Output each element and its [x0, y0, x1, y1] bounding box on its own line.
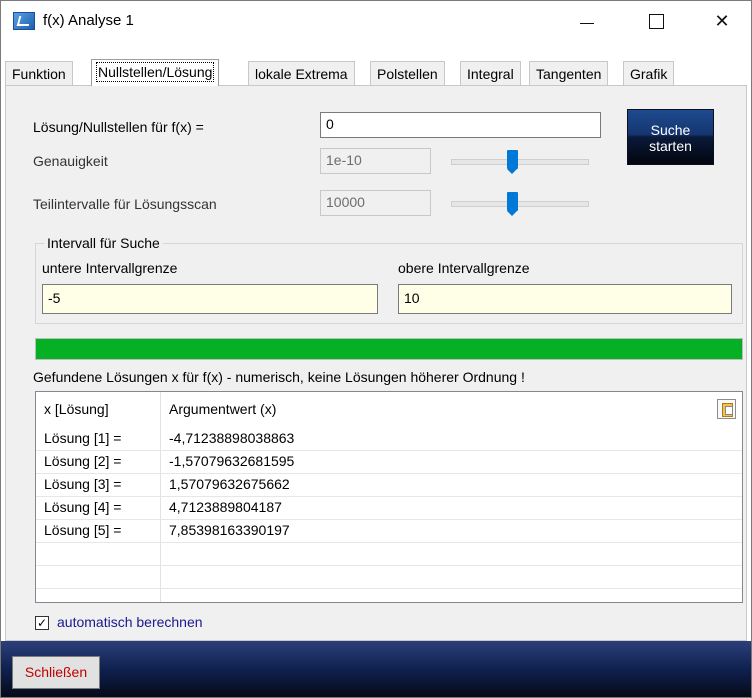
close-window-button[interactable]: ✕	[699, 1, 745, 41]
nullstellen-panel: Lösung/Nullstellen für f(x) = 0 Genauigk…	[5, 85, 747, 641]
table-row-empty[interactable]	[36, 566, 742, 589]
tab-grafik[interactable]: Grafik	[623, 61, 675, 85]
table-row-empty[interactable]	[36, 543, 742, 566]
progress-bar	[35, 338, 743, 360]
subintervals-field: 10000	[320, 190, 431, 216]
subintervals-slider-thumb[interactable]	[507, 192, 519, 216]
tab-tangenten[interactable]: Tangenten	[529, 61, 609, 85]
tab-funktion[interactable]: Funktion	[5, 61, 73, 85]
table-row[interactable]: Lösung [2] = -1,57079632681595	[36, 451, 742, 474]
precision-slider-thumb[interactable]	[507, 150, 519, 174]
search-start-button[interactable]: Suche starten	[627, 109, 714, 165]
results-caption: Gefundene Lösungen x für f(x) - numerisc…	[33, 369, 525, 385]
window: f(x) Analyse 1 ✕ Funktion Nullstellen/Lö…	[0, 0, 752, 698]
maximize-icon	[648, 13, 664, 29]
minimize-icon	[580, 22, 594, 24]
tab-nullstellen[interactable]: Nullstellen/Lösung	[91, 59, 220, 86]
precision-slider-track[interactable]	[451, 159, 589, 165]
results-header: x [Lösung] Argumentwert (x)	[36, 392, 742, 428]
table-row[interactable]: Lösung [3] = 1,57079632675662	[36, 474, 742, 497]
results-grid[interactable]: x [Lösung] Argumentwert (x) Lösung [1] =…	[35, 391, 743, 603]
solution-input[interactable]: 0	[320, 112, 601, 138]
upper-bound-input[interactable]: 10	[398, 284, 732, 314]
maximize-button[interactable]	[633, 1, 679, 41]
app-icon	[13, 12, 35, 30]
solution-label: Lösung/Nullstellen für f(x) =	[33, 119, 204, 135]
precision-label: Genauigkeit	[33, 153, 108, 169]
footer-bar: Schließen	[1, 641, 751, 697]
tab-integral[interactable]: Integral	[460, 61, 521, 85]
interval-group: Intervall für Suche untere Intervallgren…	[35, 235, 743, 324]
column-header-x: x [Lösung]	[44, 401, 109, 417]
table-row[interactable]: Lösung [5] = 7,85398163390197	[36, 520, 742, 543]
minimize-button[interactable]	[564, 1, 610, 41]
progress-fill	[36, 339, 742, 359]
lower-bound-label: untere Intervallgrenze	[42, 260, 178, 276]
check-icon: ✓	[36, 616, 48, 630]
lower-bound-input[interactable]: -5	[42, 284, 378, 314]
tab-strip: Funktion Nullstellen/Lösung lokale Extre…	[5, 59, 747, 86]
precision-field: 1e-10	[320, 148, 431, 174]
column-header-value: Argumentwert (x)	[169, 401, 277, 417]
subintervals-slider-track[interactable]	[451, 201, 589, 207]
interval-legend: Intervall für Suche	[44, 235, 163, 251]
tab-polstellen[interactable]: Polstellen	[370, 61, 445, 85]
auto-calc-checkbox[interactable]: ✓	[35, 616, 49, 630]
clipboard-icon[interactable]	[717, 399, 736, 419]
close-icon: ✕	[714, 10, 730, 31]
auto-calc-label[interactable]: automatisch berechnen	[57, 614, 203, 630]
close-button[interactable]: Schließen	[12, 656, 100, 689]
title-bar[interactable]: f(x) Analyse 1 ✕	[1, 1, 751, 41]
upper-bound-label: obere Intervallgrenze	[398, 260, 530, 276]
window-title: f(x) Analyse 1	[43, 12, 134, 29]
table-row[interactable]: Lösung [4] = 4,7123889804187	[36, 497, 742, 520]
subintervals-label: Teilintervalle für Lösungsscan	[33, 196, 217, 212]
tab-lokale-extrema[interactable]: lokale Extrema	[248, 61, 355, 85]
table-row[interactable]: Lösung [1] = -4,71238898038863	[36, 428, 742, 451]
